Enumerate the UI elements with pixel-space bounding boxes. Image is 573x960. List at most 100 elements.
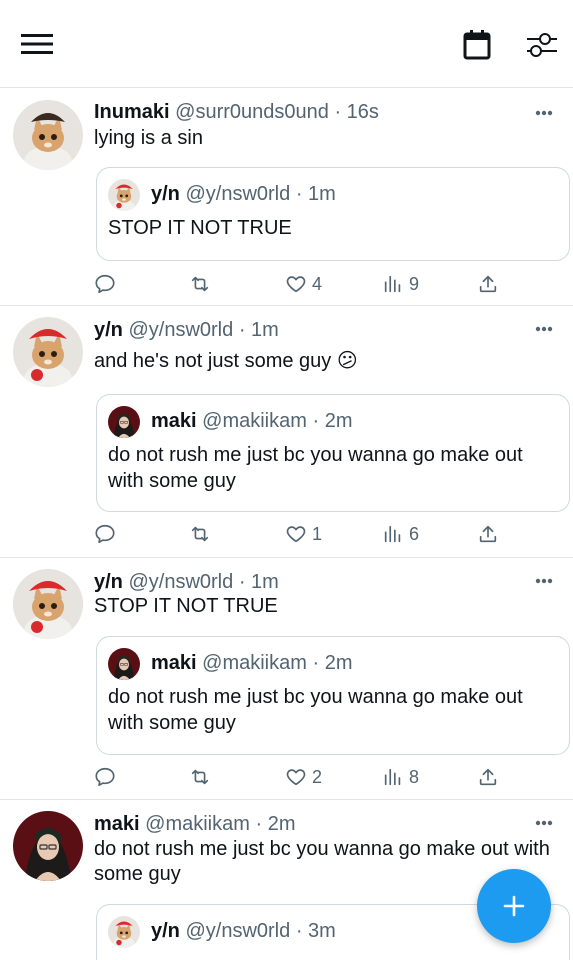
more-options-icon[interactable] — [535, 820, 553, 826]
quoted-tweet[interactable]: y/n @y/nsw0rld · 1m STOP IT NOT TRUE — [96, 167, 570, 261]
views-button[interactable]: 6 — [382, 522, 419, 546]
views-chart-icon — [384, 768, 401, 786]
share-icon — [479, 768, 497, 786]
hamburger-menu-icon[interactable] — [21, 32, 53, 56]
quoted-tweet[interactable]: maki @makiikam · 2m do not rush me just … — [96, 636, 570, 755]
timeline-feed: Inumaki @surr0unds0und · 16s lying is a … — [0, 88, 573, 960]
author-handle: @makiikam — [145, 813, 250, 835]
tweet-text: and he's not just some guy 😕 — [94, 350, 358, 372]
retweet-button[interactable] — [189, 765, 216, 789]
views-button[interactable]: 8 — [382, 765, 419, 789]
reply-button[interactable] — [94, 522, 121, 546]
separator: · — [334, 101, 342, 123]
quoted-author-name: maki — [151, 652, 197, 674]
plus-icon — [503, 895, 525, 917]
retweet-icon — [191, 276, 209, 292]
like-button[interactable]: 2 — [285, 765, 322, 789]
calendar-icon[interactable] — [463, 30, 491, 60]
sliders-icon[interactable] — [525, 30, 557, 60]
reply-icon — [95, 274, 115, 294]
quoted-timestamp: 2m — [324, 410, 353, 432]
timestamp: 16s — [346, 101, 379, 123]
like-count: 1 — [312, 523, 323, 544]
tweet-actions: 4 9 — [94, 272, 514, 296]
reply-icon — [95, 767, 115, 787]
quoted-author-name: y/n — [151, 183, 180, 205]
more-options-icon[interactable] — [535, 578, 553, 584]
heart-icon — [286, 276, 306, 293]
tweet[interactable]: y/n @y/nsw0rld · 1m and he's not just so… — [0, 306, 573, 558]
heart-icon — [286, 526, 306, 543]
retweet-button[interactable] — [189, 272, 216, 296]
view-count: 6 — [409, 523, 420, 544]
separator: · — [295, 183, 303, 205]
quoted-author-handle: @makiikam — [202, 652, 307, 674]
author-name[interactable]: y/n — [94, 319, 123, 341]
quoted-text: do not rush me just bc you wanna go make… — [108, 444, 523, 492]
tweet-text: STOP IT NOT TRUE — [94, 595, 278, 617]
tweet-header: y/n @y/nsw0rld · 1m — [94, 570, 279, 594]
quoted-avatar — [108, 406, 140, 438]
views-chart-icon — [384, 525, 401, 543]
tweet-header: Inumaki @surr0unds0und · 16s — [94, 100, 379, 124]
share-button[interactable] — [477, 522, 499, 546]
share-button[interactable] — [477, 272, 499, 296]
avatar[interactable] — [13, 569, 83, 639]
quoted-author-handle: @y/nsw0rld — [185, 183, 291, 205]
quoted-author-name: y/n — [151, 920, 180, 942]
tweet-header: maki @makiikam · 2m — [94, 812, 296, 836]
quoted-tweet[interactable]: maki @makiikam · 2m do not rush me just … — [96, 394, 570, 512]
author-handle: @y/nsw0rld — [128, 319, 234, 341]
separator: · — [255, 813, 263, 835]
separator: · — [312, 410, 320, 432]
quoted-avatar — [108, 916, 140, 948]
avatar[interactable] — [13, 100, 83, 170]
view-count: 9 — [409, 273, 420, 294]
quoted-text: STOP IT NOT TRUE — [108, 217, 292, 239]
more-options-icon[interactable] — [535, 326, 553, 332]
author-name[interactable]: Inumaki — [94, 101, 170, 123]
avatar[interactable] — [13, 317, 83, 387]
retweet-icon — [191, 769, 209, 785]
share-icon — [479, 525, 497, 543]
reply-button[interactable] — [94, 272, 121, 296]
reply-button[interactable] — [94, 765, 121, 789]
separator: · — [238, 571, 246, 593]
quoted-header: y/n @y/nsw0rld · 3m — [151, 918, 336, 944]
separator: · — [295, 920, 303, 942]
author-handle: @y/nsw0rld — [128, 571, 234, 593]
quoted-timestamp: 1m — [308, 183, 336, 205]
timestamp: 2m — [267, 813, 296, 835]
quoted-header: maki @makiikam · 2m — [151, 650, 353, 676]
more-options-icon[interactable] — [535, 110, 553, 116]
top-app-bar — [0, 0, 573, 88]
quoted-avatar — [108, 179, 140, 211]
quoted-header: y/n @y/nsw0rld · 1m — [151, 181, 336, 207]
share-icon — [479, 275, 497, 293]
quoted-author-handle: @makiikam — [202, 410, 307, 432]
retweet-button[interactable] — [189, 522, 216, 546]
like-button[interactable]: 1 — [285, 522, 322, 546]
quoted-timestamp: 2m — [324, 652, 353, 674]
avatar[interactable] — [13, 811, 83, 881]
compose-tweet-button[interactable] — [477, 869, 551, 943]
quoted-avatar — [108, 648, 140, 680]
share-button[interactable] — [477, 765, 499, 789]
view-count: 8 — [409, 766, 420, 787]
retweet-icon — [191, 526, 209, 542]
like-count: 2 — [312, 766, 323, 787]
tweet-text: lying is a sin — [94, 127, 203, 149]
tweet[interactable]: y/n @y/nsw0rld · 1m STOP IT NOT TRUE mak… — [0, 558, 573, 800]
author-name[interactable]: y/n — [94, 571, 123, 593]
like-count: 4 — [312, 273, 323, 294]
author-name[interactable]: maki — [94, 813, 140, 835]
tweet[interactable]: Inumaki @surr0unds0und · 16s lying is a … — [0, 88, 573, 306]
like-button[interactable]: 4 — [285, 272, 322, 296]
quoted-text: do not rush me just bc you wanna go make… — [108, 686, 523, 734]
quoted-header: maki @makiikam · 2m — [151, 408, 353, 434]
views-button[interactable]: 9 — [382, 272, 419, 296]
separator: · — [238, 319, 246, 341]
timestamp: 1m — [251, 571, 279, 593]
tweet-actions: 1 6 — [94, 522, 514, 546]
quoted-timestamp: 3m — [308, 920, 336, 942]
